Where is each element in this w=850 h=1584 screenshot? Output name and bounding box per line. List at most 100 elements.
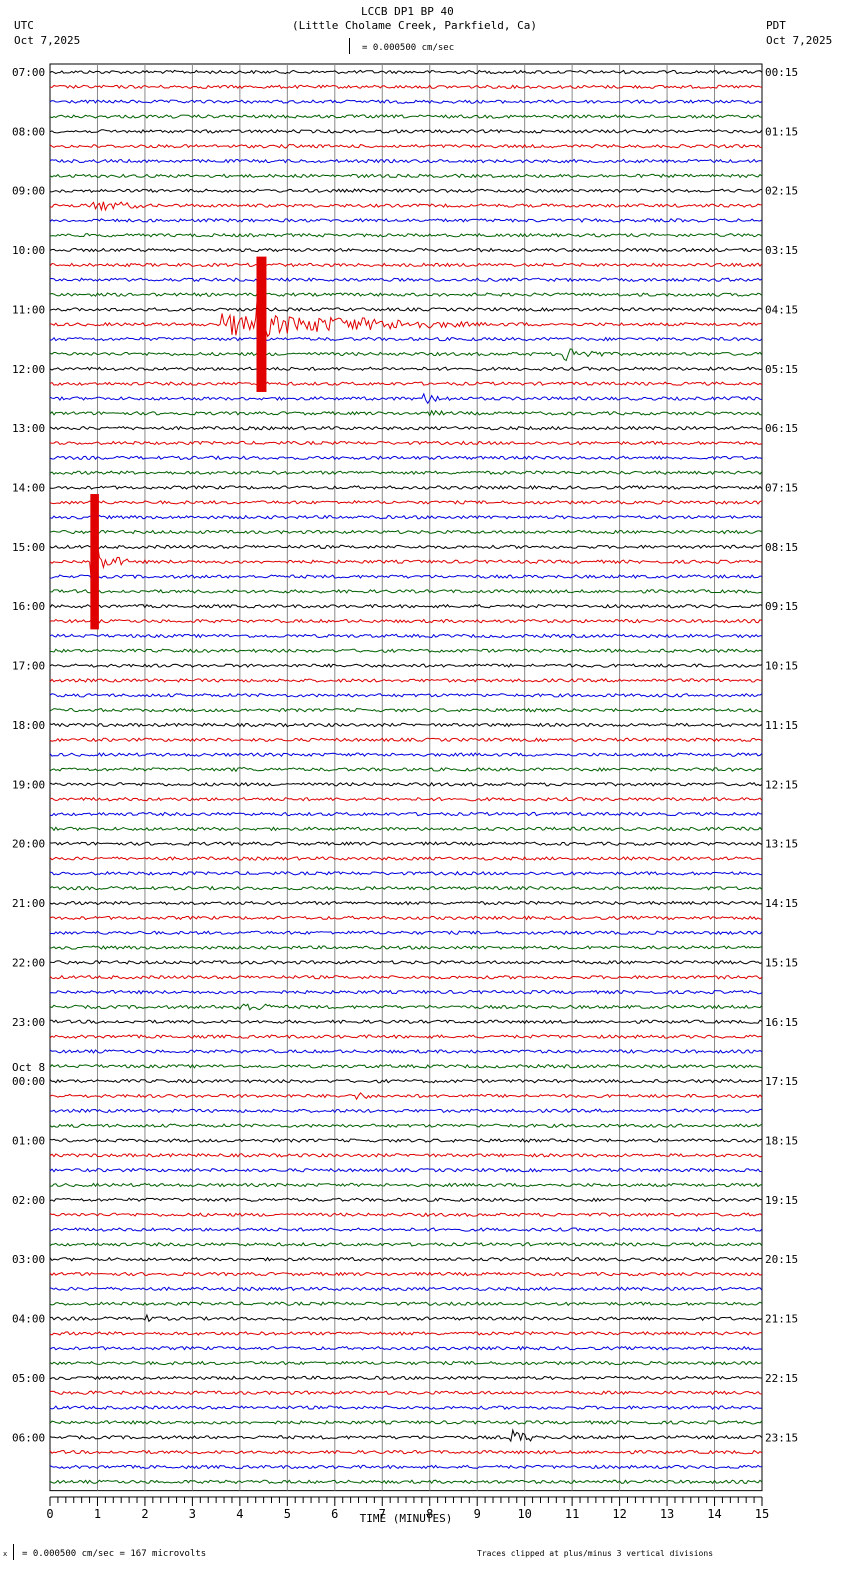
- trace-14: [49, 277, 763, 283]
- trace-47: [49, 766, 763, 773]
- right-hour-label: 23:15: [765, 1431, 798, 1444]
- right-hour-label: 22:15: [765, 1372, 798, 1385]
- x-axis-title: TIME (MINUTES): [360, 1512, 453, 1525]
- trace-15: [49, 292, 763, 297]
- trace-19: [49, 348, 763, 362]
- trace-63: [49, 1003, 763, 1011]
- left-hour-label: 04:00: [12, 1313, 45, 1326]
- trace-36: [49, 603, 763, 609]
- trace-30: [49, 514, 763, 520]
- trace-89: [49, 1390, 763, 1396]
- trace-65: [49, 1034, 763, 1040]
- right-hour-label: 12:15: [765, 778, 798, 791]
- trace-20: [49, 366, 763, 372]
- trace-81: [49, 1271, 763, 1277]
- trace-62: [49, 989, 763, 995]
- x-tick-label: 4: [236, 1507, 243, 1521]
- right-hour-label: 05:15: [765, 363, 798, 376]
- x-tick-label: 14: [707, 1507, 721, 1521]
- right-hour-label: 03:15: [765, 244, 798, 257]
- left-hour-label: 22:00: [12, 956, 45, 969]
- trace-71: [49, 1123, 763, 1128]
- x-tick-label: 0: [46, 1507, 53, 1521]
- trace-3: [49, 114, 763, 119]
- trace-91: [49, 1419, 763, 1425]
- left-hour-label: 14:00: [12, 482, 45, 495]
- trace-58: [49, 930, 763, 936]
- trace-7: [49, 173, 763, 179]
- trace-6: [49, 158, 763, 164]
- trace-50: [49, 811, 763, 817]
- trace-5: [49, 143, 763, 149]
- trace-9: [49, 201, 763, 212]
- trace-38: [49, 633, 762, 639]
- trace-87: [49, 1360, 763, 1366]
- trace-94: [49, 1464, 763, 1470]
- right-hour-label: 18:15: [765, 1134, 798, 1147]
- trace-76: [49, 1197, 763, 1203]
- trace-74: [49, 1167, 763, 1173]
- x-tick-label: 6: [331, 1507, 338, 1521]
- trace-75: [50, 1182, 763, 1188]
- right-hour-label: 08:15: [765, 541, 798, 554]
- trace-49: [49, 796, 763, 802]
- right-hour-label: 09:15: [765, 600, 798, 613]
- trace-56: [49, 900, 763, 906]
- right-hour-label: 19:15: [765, 1194, 798, 1207]
- trace-40: [49, 663, 763, 668]
- trace-2: [49, 99, 763, 104]
- trace-54: [49, 870, 763, 876]
- trace-79: [49, 1242, 763, 1247]
- right-hour-label: 14:15: [765, 897, 798, 910]
- right-hour-label: 04:15: [765, 303, 798, 316]
- left-hour-label: 16:00: [12, 600, 45, 613]
- trace-61: [49, 974, 763, 980]
- trace-24: [49, 425, 763, 431]
- left-hour-label: 10:00: [12, 244, 45, 257]
- x-tick-label: 2: [141, 1507, 148, 1521]
- trace-46: [49, 752, 763, 757]
- trace-13: [49, 262, 763, 268]
- trace-45: [49, 737, 763, 743]
- left-hour-label: 11:00: [12, 303, 45, 316]
- trace-11: [49, 232, 763, 238]
- right-hour-label: 15:15: [765, 956, 798, 969]
- trace-29: [49, 499, 763, 505]
- trace-28: [49, 485, 763, 491]
- right-hour-label: 11:15: [765, 719, 798, 732]
- trace-4: [49, 128, 763, 134]
- x-tick-label: 11: [565, 1507, 579, 1521]
- trace-34: [49, 574, 763, 579]
- trace-21: [49, 381, 763, 386]
- right-hour-label: 07:15: [765, 482, 798, 495]
- trace-17: [49, 291, 763, 351]
- left-hour-label: 18:00: [12, 719, 45, 732]
- trace-32: [49, 544, 763, 550]
- left-hour-label: 20:00: [12, 838, 45, 851]
- left-hour-label: 21:00: [12, 897, 45, 910]
- trace-25: [49, 440, 763, 446]
- trace-23: [49, 409, 762, 417]
- trace-8: [49, 188, 763, 194]
- x-tick-label: 1: [94, 1507, 101, 1521]
- trace-10: [49, 218, 763, 223]
- x-tick-label: 13: [660, 1507, 674, 1521]
- trace-78: [49, 1227, 763, 1232]
- left-hour-label: 07:00: [12, 66, 45, 79]
- trace-22: [49, 392, 763, 405]
- right-hour-label: 17:15: [765, 1075, 798, 1088]
- trace-60: [49, 960, 763, 965]
- left-hour-label: 17:00: [12, 660, 45, 673]
- trace-93: [49, 1449, 763, 1455]
- trace-43: [49, 707, 763, 713]
- trace-57: [49, 915, 763, 921]
- left-hour-label: 00:00: [12, 1075, 45, 1088]
- left-hour-label: 15:00: [12, 541, 45, 554]
- trace-12: [49, 247, 763, 253]
- trace-31: [49, 529, 763, 535]
- right-hour-label: 10:15: [765, 660, 798, 673]
- trace-18: [49, 336, 763, 342]
- trace-90: [49, 1405, 763, 1410]
- trace-84: [49, 1313, 763, 1323]
- x-tick-label: 12: [612, 1507, 626, 1521]
